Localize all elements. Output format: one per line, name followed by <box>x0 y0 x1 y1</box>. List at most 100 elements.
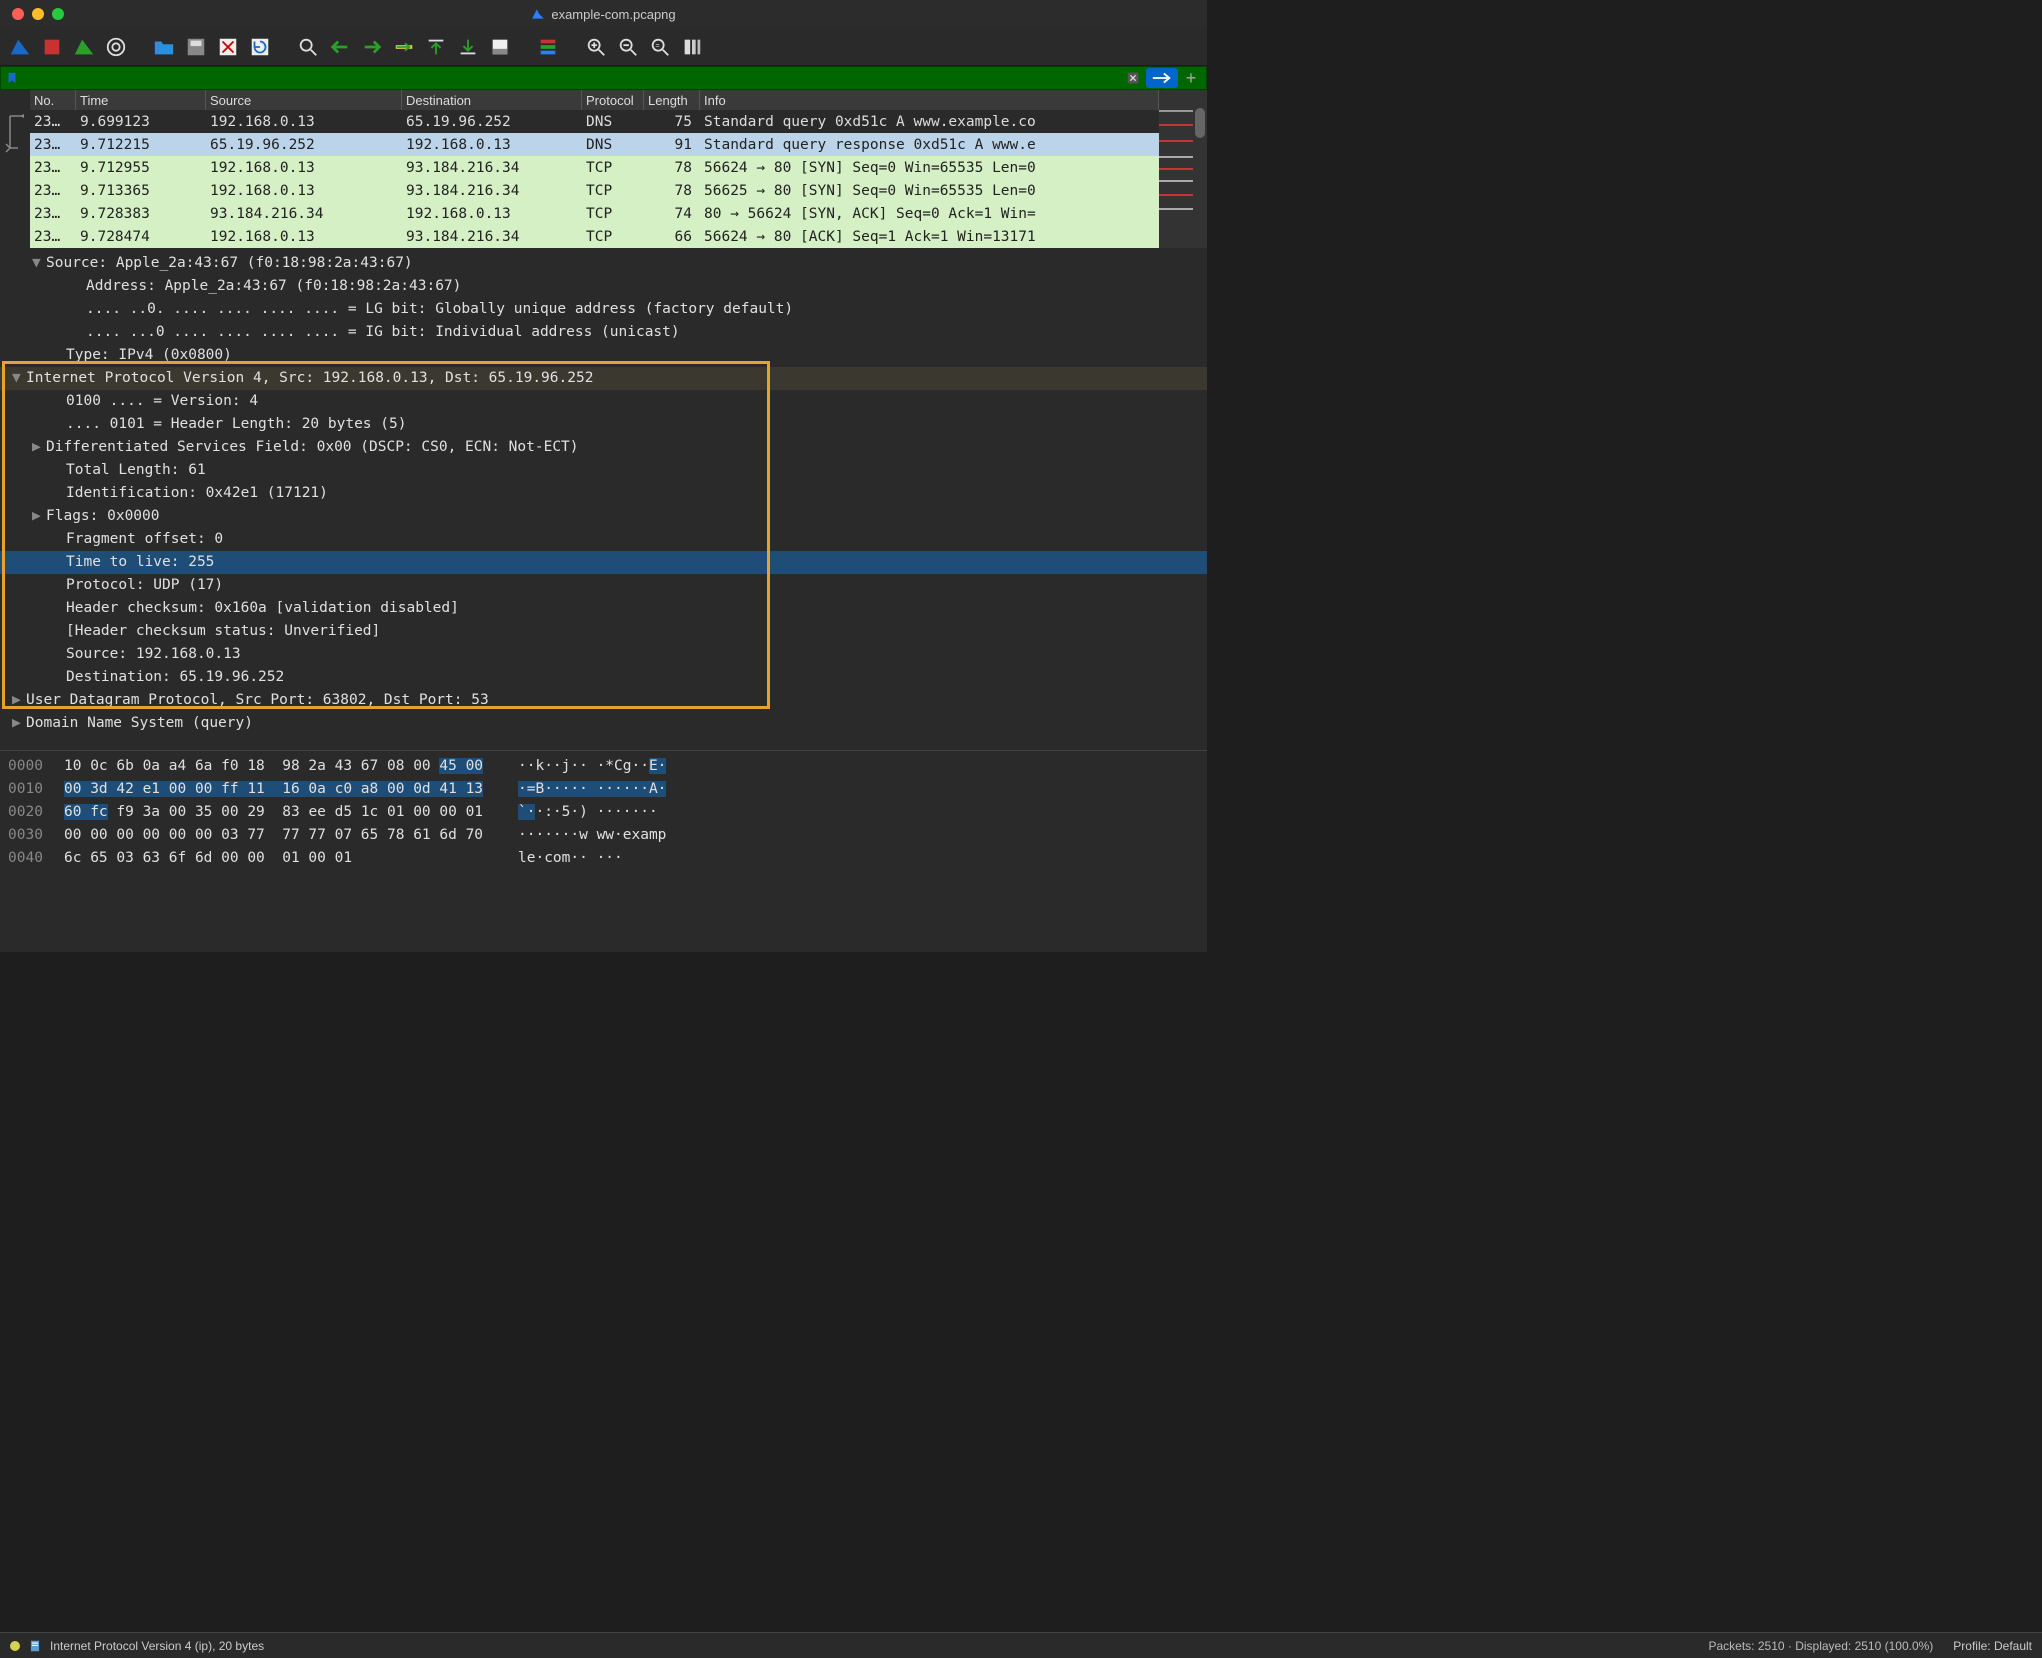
clear-filter-button[interactable] <box>1122 68 1144 88</box>
detail-line[interactable]: Header checksum: 0x160a [validation disa… <box>0 597 1207 620</box>
col-header-info[interactable]: Info <box>700 90 1159 110</box>
detail-line[interactable]: ▶Domain Name System (query) <box>0 712 1207 735</box>
packet-row[interactable]: 23…9.712955192.168.0.1393.184.216.34TCP7… <box>30 156 1159 179</box>
col-header-time[interactable]: Time <box>76 90 206 110</box>
detail-line[interactable]: Destination: 65.19.96.252 <box>0 666 1207 689</box>
hex-offset: 0000 <box>8 755 64 778</box>
packet-cell-time: 9.712215 <box>76 137 206 153</box>
detail-text: Time to live: 255 <box>66 554 214 570</box>
close-window-button[interactable] <box>12 8 24 20</box>
empty-space <box>0 888 1207 952</box>
col-header-len[interactable]: Length <box>644 90 700 110</box>
zoom-out-button[interactable] <box>614 33 642 61</box>
col-header-dst[interactable]: Destination <box>402 90 582 110</box>
hex-line[interactable]: 000010 0c 6b 0a a4 6a f0 18 98 2a 43 67 … <box>8 755 1199 778</box>
detail-line[interactable]: Fragment offset: 0 <box>0 528 1207 551</box>
go-to-first-button[interactable] <box>422 33 450 61</box>
packet-minimap[interactable] <box>1159 90 1193 248</box>
display-filter-input[interactable] <box>23 67 1122 89</box>
detail-line[interactable]: .... 0101 = Header Length: 20 bytes (5) <box>0 413 1207 436</box>
detail-line[interactable]: Protocol: UDP (17) <box>0 574 1207 597</box>
detail-text: Destination: 65.19.96.252 <box>66 669 284 685</box>
packet-details-pane[interactable]: ▼Source: Apple_2a:43:67 (f0:18:98:2a:43:… <box>0 248 1207 750</box>
start-capture-button[interactable] <box>6 33 34 61</box>
go-to-packet-button[interactable] <box>390 33 418 61</box>
go-back-button[interactable] <box>326 33 354 61</box>
status-profile[interactable]: Profile: Default <box>1953 1639 2032 1653</box>
save-file-button[interactable] <box>182 33 210 61</box>
packet-bytes-pane[interactable]: 000010 0c 6b 0a a4 6a f0 18 98 2a 43 67 … <box>0 750 1207 888</box>
detail-line[interactable]: 0100 .... = Version: 4 <box>0 390 1207 413</box>
detail-line[interactable]: ▶User Datagram Protocol, Src Port: 63802… <box>0 689 1207 712</box>
expert-info-indicator[interactable] <box>10 1641 20 1651</box>
hex-line[interactable]: 003000 00 00 00 00 00 03 77 77 77 07 65 … <box>8 824 1199 847</box>
hex-line[interactable]: 001000 3d 42 e1 00 00 ff 11 16 0a c0 a8 … <box>8 778 1199 801</box>
reload-file-button[interactable] <box>246 33 274 61</box>
detail-line[interactable]: Address: Apple_2a:43:67 (f0:18:98:2a:43:… <box>0 275 1207 298</box>
packet-scrollbar[interactable] <box>1193 90 1207 248</box>
detail-line[interactable]: [Header checksum status: Unverified] <box>0 620 1207 643</box>
restart-capture-button[interactable] <box>70 33 98 61</box>
hex-bytes: 6c 65 03 63 6f 6d 00 00 01 00 01 <box>64 847 518 870</box>
detail-line[interactable]: ▶Differentiated Services Field: 0x00 (DS… <box>0 436 1207 459</box>
expand-arrow-icon[interactable]: ▶ <box>32 505 46 528</box>
detail-line[interactable]: Source: 192.168.0.13 <box>0 643 1207 666</box>
detail-line[interactable]: Time to live: 255 <box>0 551 1207 574</box>
go-forward-button[interactable] <box>358 33 386 61</box>
add-filter-button[interactable]: + <box>1180 68 1202 88</box>
col-header-src[interactable]: Source <box>206 90 402 110</box>
detail-text: Flags: 0x0000 <box>46 508 160 524</box>
maximize-window-button[interactable] <box>52 8 64 20</box>
packet-list-header[interactable]: No. Time Source Destination Protocol Len… <box>30 90 1159 110</box>
packet-cell-time: 9.699123 <box>76 114 206 130</box>
apply-filter-button[interactable] <box>1146 68 1178 88</box>
packet-cell-info: Standard query response 0xd51c A www.e <box>700 137 1159 153</box>
go-to-last-button[interactable] <box>454 33 482 61</box>
zoom-reset-button[interactable]: = <box>646 33 674 61</box>
minimize-window-button[interactable] <box>32 8 44 20</box>
open-file-button[interactable] <box>150 33 178 61</box>
detail-line[interactable]: ▼Source: Apple_2a:43:67 (f0:18:98:2a:43:… <box>0 252 1207 275</box>
detail-text: Header checksum: 0x160a [validation disa… <box>66 600 459 616</box>
filter-bookmark-button[interactable] <box>1 67 23 89</box>
hex-line[interactable]: 002060 fc f9 3a 00 35 00 29 83 ee d5 1c … <box>8 801 1199 824</box>
capture-options-button[interactable] <box>102 33 130 61</box>
capture-file-icon[interactable] <box>28 1639 42 1653</box>
packet-cell-len: 75 <box>644 114 700 130</box>
expand-arrow-icon[interactable]: ▶ <box>12 712 26 735</box>
col-header-no[interactable]: No. <box>30 90 76 110</box>
close-file-button[interactable] <box>214 33 242 61</box>
find-packet-button[interactable] <box>294 33 322 61</box>
detail-line[interactable]: Total Length: 61 <box>0 459 1207 482</box>
zoom-in-button[interactable] <box>582 33 610 61</box>
detail-line[interactable]: Type: IPv4 (0x0800) <box>0 344 1207 367</box>
packet-row[interactable]: 23…9.728474192.168.0.1393.184.216.34TCP6… <box>30 225 1159 248</box>
packet-row[interactable]: 23…9.699123192.168.0.1365.19.96.252DNS75… <box>30 110 1159 133</box>
expand-arrow-icon[interactable]: ▶ <box>12 689 26 712</box>
packet-row[interactable]: 23…9.71221565.19.96.252192.168.0.13DNS91… <box>30 133 1159 156</box>
stop-capture-button[interactable] <box>38 33 66 61</box>
resize-columns-button[interactable] <box>678 33 706 61</box>
colorize-button[interactable] <box>534 33 562 61</box>
auto-scroll-button[interactable] <box>486 33 514 61</box>
main-toolbar: = <box>0 28 1207 66</box>
hex-bytes: 60 fc f9 3a 00 35 00 29 83 ee d5 1c 01 0… <box>64 801 518 824</box>
col-header-proto[interactable]: Protocol <box>582 90 644 110</box>
detail-line[interactable]: Identification: 0x42e1 (17121) <box>0 482 1207 505</box>
packet-row[interactable]: 23…9.713365192.168.0.1393.184.216.34TCP7… <box>30 179 1159 202</box>
packet-cell-no: 23… <box>30 229 76 245</box>
packet-cell-len: 91 <box>644 137 700 153</box>
packet-cell-proto: TCP <box>582 229 644 245</box>
detail-line[interactable]: ▶Flags: 0x0000 <box>0 505 1207 528</box>
hex-offset: 0040 <box>8 847 64 870</box>
detail-line[interactable]: ▼Internet Protocol Version 4, Src: 192.1… <box>0 367 1207 390</box>
expand-arrow-icon[interactable]: ▼ <box>32 252 46 275</box>
detail-text: Total Length: 61 <box>66 462 206 478</box>
expand-arrow-icon[interactable]: ▼ <box>12 367 26 390</box>
detail-line[interactable]: .... ..0. .... .... .... .... = LG bit: … <box>0 298 1207 321</box>
detail-line[interactable]: .... ...0 .... .... .... .... = IG bit: … <box>0 321 1207 344</box>
hex-line[interactable]: 00406c 65 03 63 6f 6d 00 00 01 00 01 le·… <box>8 847 1199 870</box>
packet-row[interactable]: 23…9.72838393.184.216.34192.168.0.13TCP7… <box>30 202 1159 225</box>
expand-arrow-icon[interactable]: ▶ <box>32 436 46 459</box>
hex-ascii: ·······w ww·examp <box>518 824 666 847</box>
